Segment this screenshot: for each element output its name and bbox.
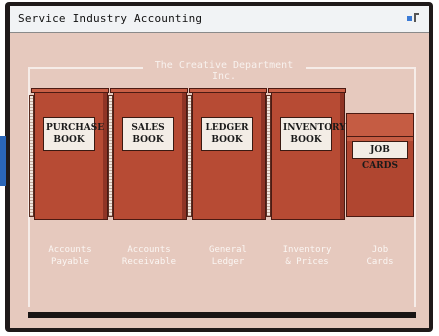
inventory-book-label: INVENTORY BOOK bbox=[280, 117, 346, 151]
ledger-book-label: LEDGER BOOK bbox=[201, 117, 253, 151]
job-cards-top bbox=[346, 113, 414, 137]
window-color-icon[interactable] bbox=[407, 16, 412, 21]
caption-accounts-payable: Accounts Payable bbox=[48, 245, 92, 267]
ledger-book-button[interactable]: LEDGER BOOK bbox=[187, 88, 267, 220]
window-resize-icon[interactable] bbox=[414, 13, 419, 22]
company-divider-right bbox=[306, 67, 416, 69]
caption-accounts-receivable: Accounts Receivable bbox=[121, 245, 177, 267]
sales-book-button[interactable]: SALES BOOK bbox=[108, 88, 188, 220]
app-window: Service Industry Accounting The Creative… bbox=[10, 6, 429, 328]
bottom-status-bar bbox=[28, 312, 416, 318]
left-edge-marker bbox=[0, 136, 6, 186]
caption-job-cards: Job Cards bbox=[366, 245, 394, 267]
company-divider-left bbox=[28, 67, 143, 69]
caption-inventory-prices: Inventory & Prices bbox=[282, 245, 332, 267]
inventory-book-button[interactable]: INVENTORY BOOK bbox=[266, 88, 346, 220]
title-bar: Service Industry Accounting bbox=[10, 6, 429, 33]
company-name: The Creative Department Inc. bbox=[154, 60, 294, 82]
job-cards-label: JOB CARDS bbox=[352, 141, 408, 171]
sales-book-label: SALES BOOK bbox=[122, 117, 174, 151]
window-title: Service Industry Accounting bbox=[18, 12, 203, 25]
purchase-book-button[interactable]: PURCHASE BOOK bbox=[29, 88, 109, 220]
caption-general-ledger: General Ledger bbox=[209, 245, 247, 267]
frame-line-right bbox=[414, 67, 416, 307]
window-controls[interactable] bbox=[407, 13, 421, 25]
purchase-book-label: PURCHASE BOOK bbox=[43, 117, 104, 151]
job-cards-button[interactable]: JOB CARDS bbox=[346, 113, 414, 217]
